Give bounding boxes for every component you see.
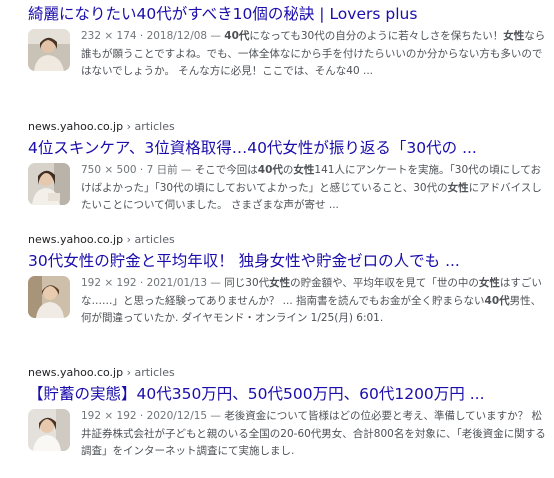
- result-title-link[interactable]: 【貯蓄の実態】40代350万円、50代500万円、60代1200万円 ...: [28, 384, 548, 404]
- result-thumbnail[interactable]: [28, 409, 70, 451]
- result-path: articles: [134, 366, 175, 379]
- result-snippet: 750 × 500 · 7 日前 — そこで今回は40代の女性141人にアンケー…: [81, 162, 547, 215]
- result-path: articles: [134, 120, 175, 133]
- snippet-keyword: 40代: [484, 294, 510, 307]
- result-snippet: 232 × 174 · 2018/12/08 — 40代になっても30代の自分の…: [81, 28, 547, 81]
- snippet-text: になっても30代の自分のように若々しさを保ちたい！: [249, 30, 504, 42]
- result-snippet: 192 × 192 · 2020/12/15 — 老後資金について皆様はどの位必…: [81, 408, 547, 461]
- result-path: articles: [134, 233, 175, 246]
- search-results-page: 綺麗になりたい40代がすべき10個の秘訣 | Lovers plus 232 ×…: [0, 0, 554, 478]
- snippet-keyword: 40代: [257, 164, 283, 176]
- snippet-keyword: 女性: [293, 164, 315, 176]
- result-title-link[interactable]: 4位スキンケア、3位資格取得…40代女性が振り返る「30代の ...: [28, 138, 548, 158]
- snippet-keyword: 女性: [269, 277, 291, 289]
- result-source: news.yahoo.co.jp: [28, 366, 124, 379]
- result-snippet: 192 × 192 · 2021/01/13 — 同じ30代女性の貯金額や、平均…: [81, 275, 547, 328]
- result-source: news.yahoo.co.jp: [28, 233, 124, 246]
- result-meta: 192 × 192 · 2021/01/13 —: [81, 277, 221, 289]
- result-meta: 192 × 192 · 2020/12/15 —: [81, 410, 221, 422]
- search-result: news.yahoo.co.jp › articles 30代女性の貯金と平均年…: [28, 233, 548, 328]
- snippet-text: 同じ30代: [220, 277, 270, 289]
- result-title-link[interactable]: 綺麗になりたい40代がすべき10個の秘訣 | Lovers plus: [28, 4, 548, 24]
- search-result: news.yahoo.co.jp › articles 4位スキンケア、3位資格…: [28, 120, 548, 215]
- result-thumbnail[interactable]: [28, 276, 70, 318]
- search-result: news.yahoo.co.jp › articles 【貯蓄の実態】40代35…: [28, 366, 548, 461]
- result-breadcrumb[interactable]: news.yahoo.co.jp › articles: [28, 233, 548, 247]
- result-thumbnail[interactable]: [28, 163, 70, 205]
- result-source: news.yahoo.co.jp: [28, 120, 124, 133]
- snippet-text: の貯金額や、平均年収を見て「世の中の: [290, 277, 479, 289]
- snippet-keyword: 女性: [478, 277, 500, 289]
- result-meta: 232 × 174 · 2018/12/08 —: [81, 30, 221, 42]
- result-meta: 750 × 500 · 7 日前 —: [81, 164, 192, 176]
- result-thumbnail[interactable]: [28, 29, 70, 71]
- result-title-link[interactable]: 30代女性の貯金と平均年収！ 独身女性や貯金ゼロの人でも ...: [28, 251, 548, 271]
- result-breadcrumb[interactable]: news.yahoo.co.jp › articles: [28, 366, 548, 380]
- snippet-text: そこで今回は: [191, 164, 258, 176]
- snippet-keyword: 40代: [224, 30, 250, 42]
- snippet-text: の: [282, 164, 294, 176]
- snippet-keyword: 女性: [503, 30, 525, 42]
- snippet-keyword: 女性: [447, 181, 469, 194]
- search-result: 綺麗になりたい40代がすべき10個の秘訣 | Lovers plus 232 ×…: [28, 4, 548, 81]
- result-breadcrumb[interactable]: news.yahoo.co.jp › articles: [28, 120, 548, 134]
